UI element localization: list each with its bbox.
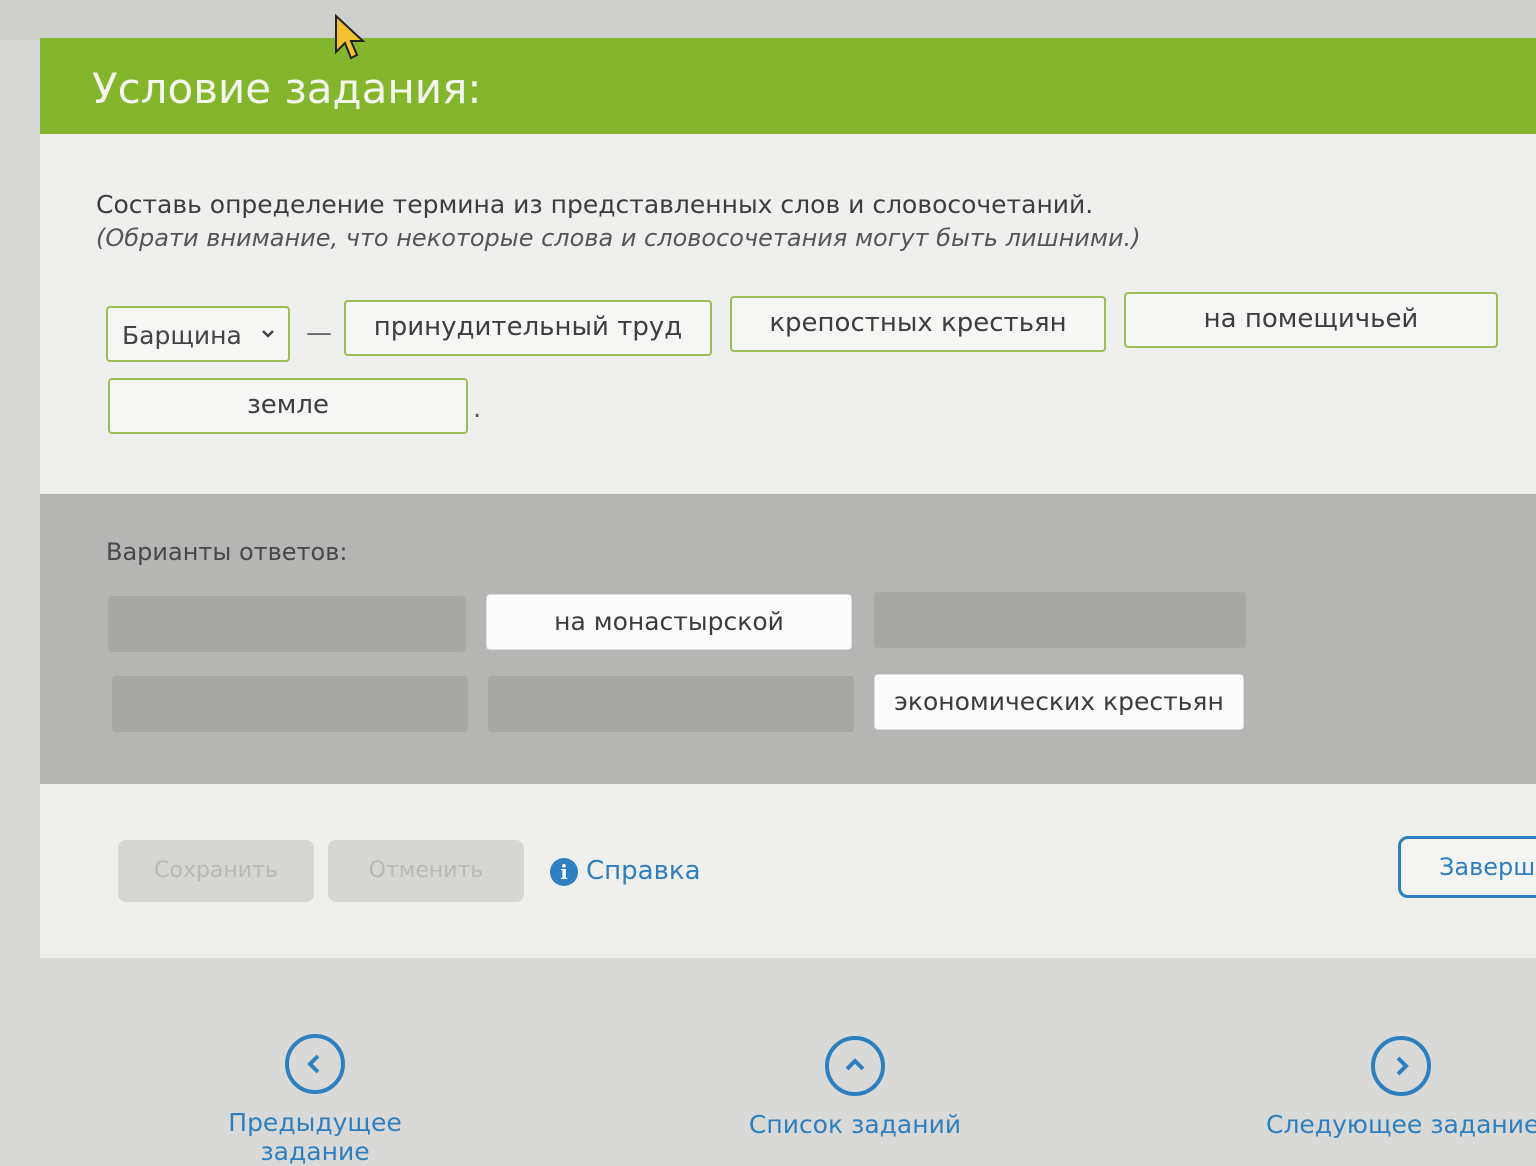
next-task-link[interactable]: Следующее задание	[1266, 1036, 1536, 1139]
finish-button[interactable]: Заверши	[1398, 836, 1536, 898]
chevron-left-icon	[285, 1034, 345, 1094]
term-dash: —	[306, 318, 332, 348]
prev-task-label: Предыдущее задание	[228, 1108, 402, 1166]
empty-option-slot	[112, 676, 468, 732]
task-hint: (Обрати внимание, что некоторые слова и …	[96, 224, 1141, 252]
term-select-value: Барщина	[122, 321, 242, 350]
mouse-cursor-icon	[335, 14, 366, 60]
answer-slot-1[interactable]: принудительный труд	[344, 300, 712, 356]
help-label: Справка	[586, 856, 701, 886]
top-strip	[0, 0, 1536, 40]
term-select[interactable]: Барщина	[106, 306, 290, 362]
info-icon: i	[550, 857, 578, 886]
chevron-up-icon	[825, 1036, 885, 1096]
save-button[interactable]: Сохранить	[118, 840, 314, 902]
task-list-link[interactable]: Список заданий	[740, 1036, 970, 1139]
answer-option[interactable]: на монастырской	[486, 594, 852, 650]
help-link[interactable]: i Справка	[550, 856, 701, 886]
answer-options-area: Варианты ответов: на монастырской эконом…	[40, 494, 1536, 784]
prev-task-link[interactable]: Предыдущее задание	[170, 1034, 460, 1166]
cancel-button[interactable]: Отменить	[328, 840, 524, 902]
answer-options-title: Варианты ответов:	[106, 538, 348, 566]
answer-slot-2[interactable]: крепостных крестьян	[730, 296, 1106, 352]
chevron-right-icon	[1371, 1036, 1431, 1096]
answer-option[interactable]: экономических крестьян	[874, 674, 1244, 730]
task-header: Условие задания:	[40, 38, 1536, 134]
empty-option-slot	[488, 676, 854, 732]
empty-option-slot	[108, 596, 466, 652]
task-instruction: Составь определение термина из представл…	[96, 190, 1094, 219]
answer-slot-4[interactable]: земле	[108, 378, 468, 434]
next-task-label: Следующее задание	[1266, 1110, 1536, 1139]
answer-slot-3[interactable]: на помещичьей	[1124, 292, 1498, 348]
task-panel: Условие задания: Составь определение тер…	[40, 38, 1536, 958]
task-list-label: Список заданий	[748, 1110, 962, 1139]
page-title: Условие задания:	[92, 64, 482, 113]
definition-period: .	[473, 394, 482, 424]
empty-option-slot	[874, 592, 1246, 648]
chevron-down-icon	[262, 330, 274, 338]
